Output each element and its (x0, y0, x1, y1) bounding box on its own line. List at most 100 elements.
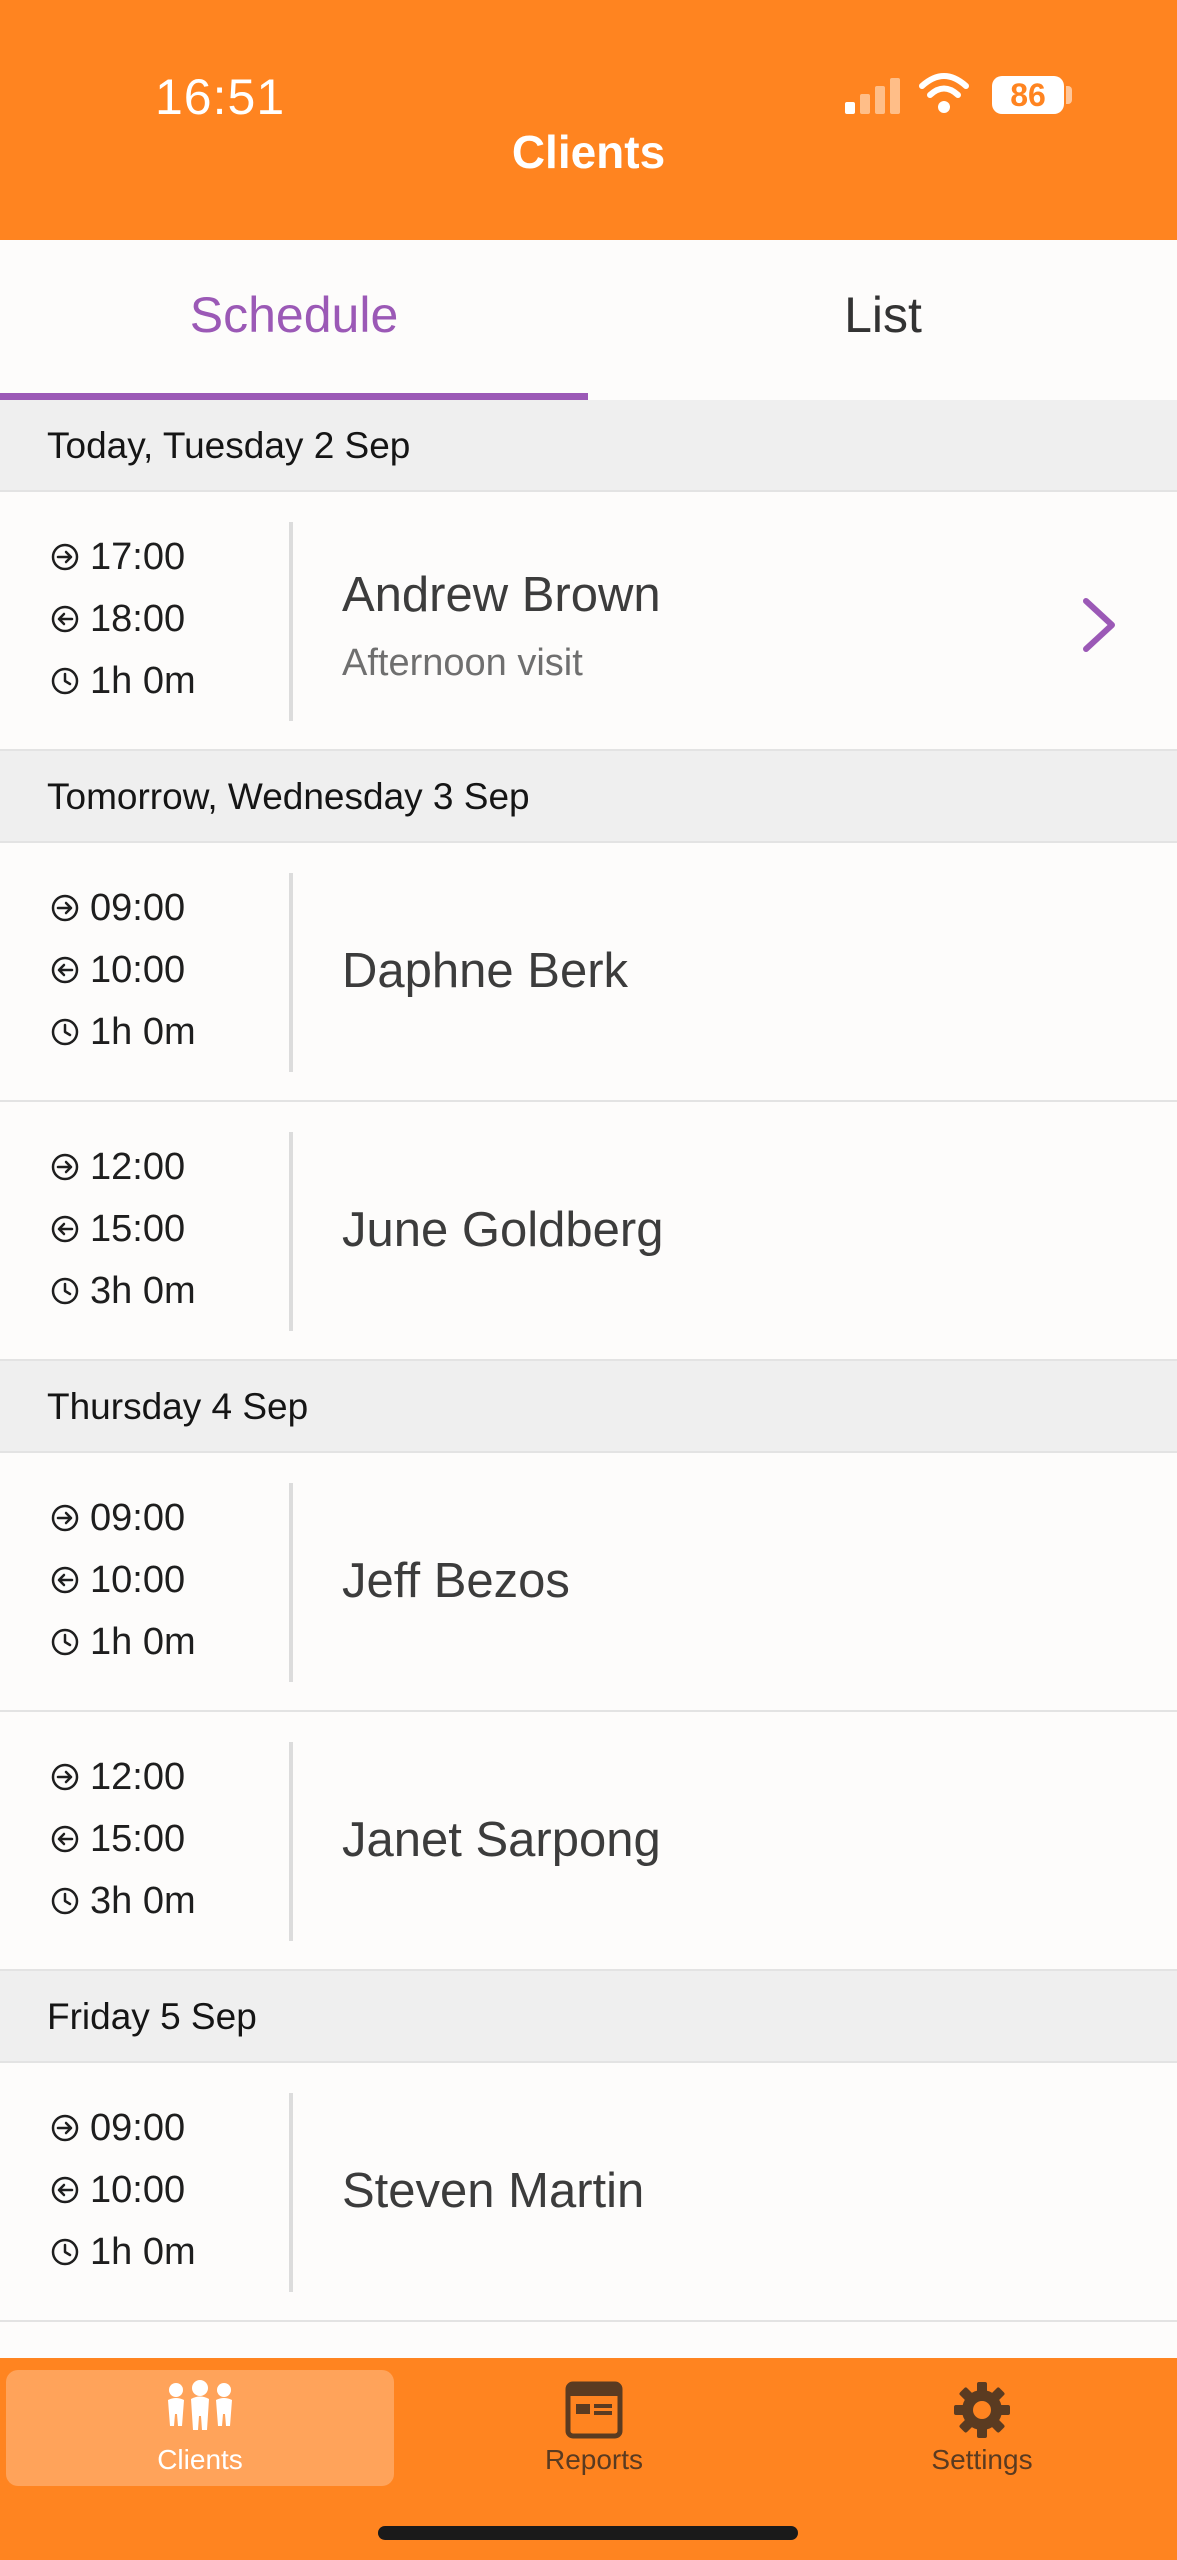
clock-icon (50, 1276, 80, 1306)
duration: 1h 0m (50, 1611, 280, 1673)
clock-icon (50, 1886, 80, 1916)
nav-settings-label: Settings (931, 2444, 1033, 2475)
row-divider (289, 873, 293, 1072)
end-time-value: 15:00 (90, 1207, 186, 1250)
start-time: 17:00 (50, 526, 280, 588)
nav-reports-label: Reports (544, 2444, 644, 2475)
client-name: Daphne Berk (342, 944, 629, 998)
signal-icon (845, 78, 900, 114)
reports-icon (565, 2381, 623, 2439)
battery-indicator: 86 (992, 76, 1064, 114)
nav-clients[interactable]: Clients (6, 2370, 394, 2486)
nav-clients-label: Clients (157, 2444, 243, 2475)
client-name: June Goldberg (342, 1203, 664, 1257)
duration-value: 3h 0m (90, 1879, 196, 1922)
start-time-value: 17:00 (90, 535, 186, 578)
end-time-value: 10:00 (90, 2168, 186, 2211)
nav-settings[interactable]: Settings (788, 2370, 1176, 2486)
arrive-icon (50, 1152, 80, 1182)
depart-icon (50, 955, 80, 985)
wifi-icon (919, 73, 969, 113)
gear-icon (954, 2382, 1010, 2438)
depart-icon (50, 1824, 80, 1854)
duration: 1h 0m (50, 650, 280, 712)
row-divider (289, 1742, 293, 1941)
battery-nub (1066, 86, 1072, 104)
start-time-value: 12:00 (90, 1145, 186, 1188)
chevron-right-icon[interactable] (1078, 597, 1120, 653)
arrive-icon (50, 2113, 80, 2143)
app-header: 16:51 86 Clients (0, 0, 1177, 240)
start-time: 12:00 (50, 1136, 280, 1198)
end-time: 15:00 (50, 1198, 280, 1260)
end-time: 10:00 (50, 1549, 280, 1611)
visit-row[interactable]: 17:00 18:00 1h 0m Andrew Brown Afternoon… (0, 492, 1177, 751)
arrive-icon (50, 1762, 80, 1792)
clock-icon (50, 666, 80, 696)
tab-list[interactable]: List (589, 240, 1177, 400)
view-tabs: Schedule List (0, 240, 1177, 402)
visit-times: 09:00 10:00 1h 0m (50, 1487, 280, 1673)
clock-icon (50, 2237, 80, 2267)
visit-row[interactable]: 09:00 10:00 1h 0m Daphne Berk (0, 843, 1177, 1102)
visit-times: 09:00 10:00 1h 0m (50, 877, 280, 1063)
day-header: Today, Tuesday 2 Sep (0, 400, 1177, 492)
page-title: Clients (511, 126, 666, 178)
start-time-value: 09:00 (90, 886, 186, 929)
duration-value: 1h 0m (90, 1010, 196, 1053)
depart-icon (50, 2175, 80, 2205)
depart-icon (50, 604, 80, 634)
client-name: Andrew Brown (342, 568, 661, 622)
duration: 1h 0m (50, 2221, 280, 2283)
end-time: 18:00 (50, 588, 280, 650)
end-time: 10:00 (50, 2159, 280, 2221)
arrive-icon (50, 893, 80, 923)
start-time-value: 09:00 (90, 2106, 186, 2149)
row-divider (289, 2093, 293, 2292)
row-divider (289, 522, 293, 721)
active-tab-indicator (0, 393, 588, 400)
duration: 3h 0m (50, 1260, 280, 1322)
day-header: Tomorrow, Wednesday 3 Sep (0, 751, 1177, 843)
end-time: 10:00 (50, 939, 280, 1001)
visit-row[interactable]: 09:00 10:00 1h 0m Steven Martin (0, 2063, 1177, 2322)
start-time-value: 12:00 (90, 1755, 186, 1798)
start-time: 09:00 (50, 2097, 280, 2159)
end-time-value: 18:00 (90, 597, 186, 640)
start-time: 12:00 (50, 1746, 280, 1808)
day-header: Thursday 4 Sep (0, 1361, 1177, 1453)
start-time-value: 09:00 (90, 1496, 186, 1539)
duration: 1h 0m (50, 1001, 280, 1063)
end-time: 15:00 (50, 1808, 280, 1870)
visit-times: 12:00 15:00 3h 0m (50, 1136, 280, 1322)
visit-row[interactable]: 12:00 15:00 3h 0m June Goldberg (0, 1102, 1177, 1361)
client-name: Jeff Bezos (342, 1554, 570, 1608)
duration-value: 1h 0m (90, 2230, 196, 2273)
duration-value: 1h 0m (90, 659, 196, 702)
clock-icon (50, 1627, 80, 1657)
clock-icon (50, 1017, 80, 1047)
row-divider (289, 1483, 293, 1682)
tab-schedule[interactable]: Schedule (0, 240, 588, 400)
duration-value: 3h 0m (90, 1269, 196, 1312)
arrive-icon (50, 1503, 80, 1533)
people-icon (168, 2380, 232, 2430)
start-time: 09:00 (50, 1487, 280, 1549)
schedule-list[interactable]: Today, Tuesday 2 Sep 17:00 18:00 1h 0m A… (0, 400, 1177, 2358)
depart-icon (50, 1214, 80, 1244)
visit-times: 09:00 10:00 1h 0m (50, 2097, 280, 2283)
duration: 3h 0m (50, 1870, 280, 1932)
row-divider (289, 1132, 293, 1331)
home-indicator[interactable] (378, 2526, 798, 2540)
arrive-icon (50, 542, 80, 572)
client-name: Janet Sarpong (342, 1813, 661, 1867)
day-header: Friday 5 Sep (0, 1971, 1177, 2063)
visit-row[interactable]: 09:00 10:00 1h 0m Jeff Bezos (0, 1453, 1177, 1712)
depart-icon (50, 1565, 80, 1595)
client-name: Steven Martin (342, 2164, 645, 2218)
end-time-value: 10:00 (90, 1558, 186, 1601)
visit-times: 12:00 15:00 3h 0m (50, 1746, 280, 1932)
visit-row[interactable]: 12:00 15:00 3h 0m Janet Sarpong (0, 1712, 1177, 1971)
nav-reports[interactable]: Reports (400, 2370, 788, 2486)
visit-times: 17:00 18:00 1h 0m (50, 526, 280, 712)
